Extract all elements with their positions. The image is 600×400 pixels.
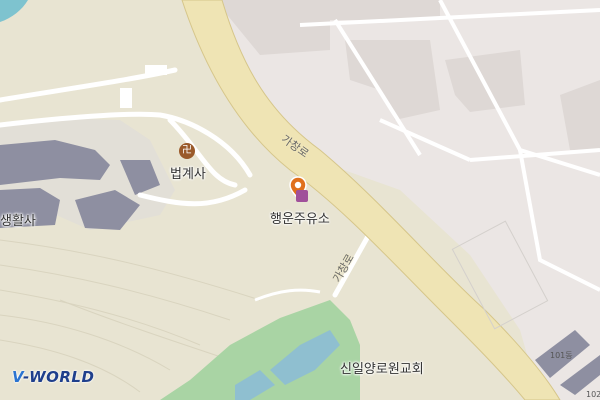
place-label-saenghwalsa[interactable]: 생활사 xyxy=(0,210,36,229)
temple-icon[interactable]: 卍 xyxy=(179,143,195,159)
logo-mark: V xyxy=(12,368,24,386)
gas-station-icon xyxy=(296,190,308,202)
logo-text: -WORLD xyxy=(23,368,95,386)
place-label-beopgyesa[interactable]: 법계사 xyxy=(170,163,206,182)
building-label-102: 102 xyxy=(586,390,600,399)
map-view[interactable]: 가창로 가창로 卍 법계사 생활사 행운주유소 신일양로원교회 101동 102… xyxy=(0,0,600,400)
place-label-haengun[interactable]: 행운주유소 xyxy=(270,208,330,227)
vworld-logo: V-WORLD xyxy=(12,368,94,386)
place-label-sinil[interactable]: 신일양로원교회 xyxy=(340,358,424,377)
building-label-101: 101동 xyxy=(550,351,573,360)
